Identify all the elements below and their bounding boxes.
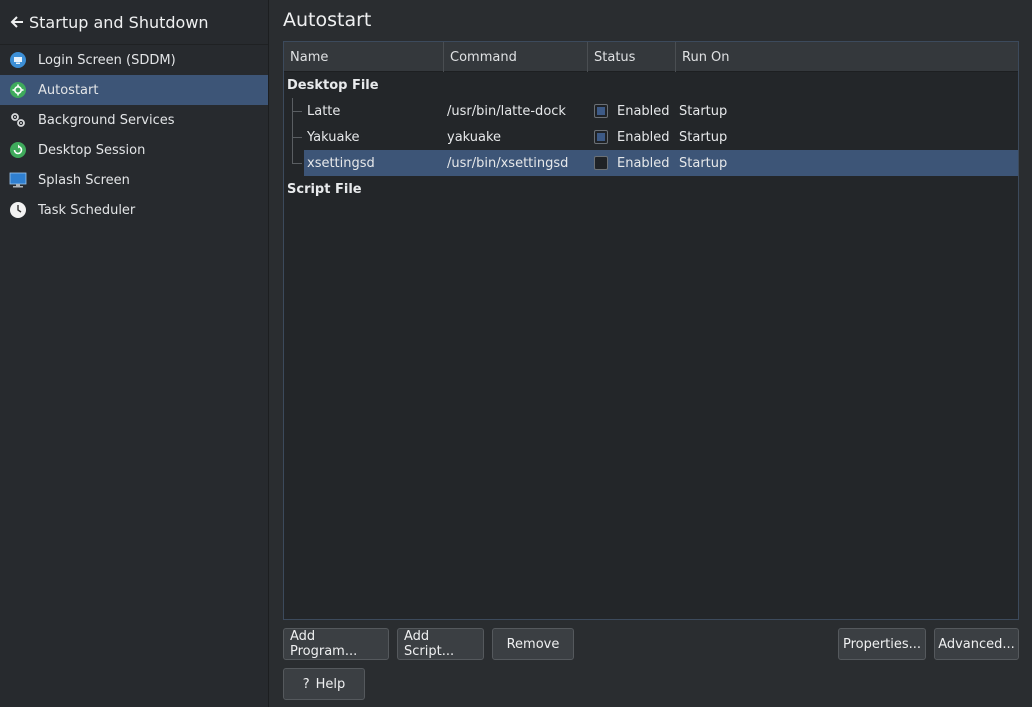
row-name: Latte [307, 103, 341, 119]
sidebar-item-background-services[interactable]: Background Services [0, 105, 268, 135]
row-command: yakuake [447, 129, 502, 145]
row-name: Yakuake [307, 129, 360, 145]
row-name: xsettingsd [307, 155, 375, 171]
row-run-on: Startup [679, 129, 728, 145]
table-header: Name Command Status Run On [284, 42, 1018, 72]
column-header-status[interactable]: Status [588, 42, 676, 72]
row-status: Enabled [588, 124, 676, 150]
sidebar-item-label: Login Screen (SDDM) [38, 52, 176, 68]
enabled-checkbox[interactable] [594, 104, 608, 118]
enabled-checkbox[interactable] [594, 130, 608, 144]
sidebar-item-task-scheduler[interactable]: Task Scheduler [0, 195, 268, 225]
help-button[interactable]: ? Help [283, 668, 365, 700]
clock-icon [9, 201, 27, 219]
properties-button[interactable]: Properties... [838, 628, 926, 660]
table-row[interactable]: Yakuake yakuake Enabled Startup [284, 124, 1018, 150]
group-desktop-file[interactable]: Desktop File [284, 72, 1018, 98]
sidebar-item-label: Splash Screen [38, 172, 130, 188]
sidebar-item-label: Background Services [38, 112, 175, 128]
sidebar-item-splash-screen[interactable]: Splash Screen [0, 165, 268, 195]
status-label: Enabled [617, 103, 670, 119]
sidebar-item-label: Desktop Session [38, 142, 146, 158]
help-question-icon: ? [302, 676, 310, 692]
sidebar-item-label: Task Scheduler [38, 202, 136, 218]
sidebar-item-label: Autostart [38, 82, 99, 98]
sidebar: Startup and Shutdown Login Screen (SDDM)… [0, 0, 269, 707]
row-status: Enabled [588, 98, 676, 124]
autostart-gear-icon [9, 81, 27, 99]
back-arrow-icon[interactable] [8, 13, 26, 31]
services-gears-icon [9, 111, 27, 129]
sidebar-header: Startup and Shutdown [0, 0, 268, 45]
autostart-table[interactable]: Name Command Status Run On Desktop File … [283, 41, 1019, 620]
advanced-button[interactable]: Advanced... [934, 628, 1019, 660]
checkbox-check-mark [597, 133, 605, 141]
checkbox-check-mark [597, 107, 605, 115]
row-status: Enabled [588, 150, 676, 176]
table-row[interactable]: Latte /usr/bin/latte-dock Enabled Startu… [284, 98, 1018, 124]
row-command: /usr/bin/latte-dock [447, 103, 566, 119]
group-script-file[interactable]: Script File [284, 176, 1018, 202]
main-panel: Autostart Name Command Status Run On Des… [270, 0, 1032, 707]
column-header-command[interactable]: Command [444, 42, 588, 72]
column-header-run-on[interactable]: Run On [676, 42, 1018, 72]
add-script-button[interactable]: Add Script... [397, 628, 484, 660]
table-row-selected[interactable]: xsettingsd /usr/bin/xsettingsd Enabled S… [284, 150, 1018, 176]
status-label: Enabled [617, 155, 670, 171]
row-run-on: Startup [679, 103, 728, 119]
sidebar-item-autostart[interactable]: Autostart [0, 75, 268, 105]
sidebar-item-login-screen[interactable]: Login Screen (SDDM) [0, 45, 268, 75]
monitor-icon [9, 171, 27, 189]
help-button-label: Help [315, 676, 346, 692]
row-run-on: Startup [679, 155, 728, 171]
column-header-name[interactable]: Name [284, 42, 444, 72]
remove-button[interactable]: Remove [492, 628, 574, 660]
status-label: Enabled [617, 129, 670, 145]
login-screen-icon [9, 51, 27, 69]
session-icon [9, 141, 27, 159]
add-program-button[interactable]: Add Program... [283, 628, 389, 660]
sidebar-item-desktop-session[interactable]: Desktop Session [0, 135, 268, 165]
sidebar-list: Login Screen (SDDM) Autostart Background… [0, 45, 268, 225]
row-command: /usr/bin/xsettingsd [447, 155, 569, 171]
page-title: Autostart [283, 9, 372, 31]
sidebar-title: Startup and Shutdown [29, 12, 209, 32]
enabled-checkbox[interactable] [594, 156, 608, 170]
